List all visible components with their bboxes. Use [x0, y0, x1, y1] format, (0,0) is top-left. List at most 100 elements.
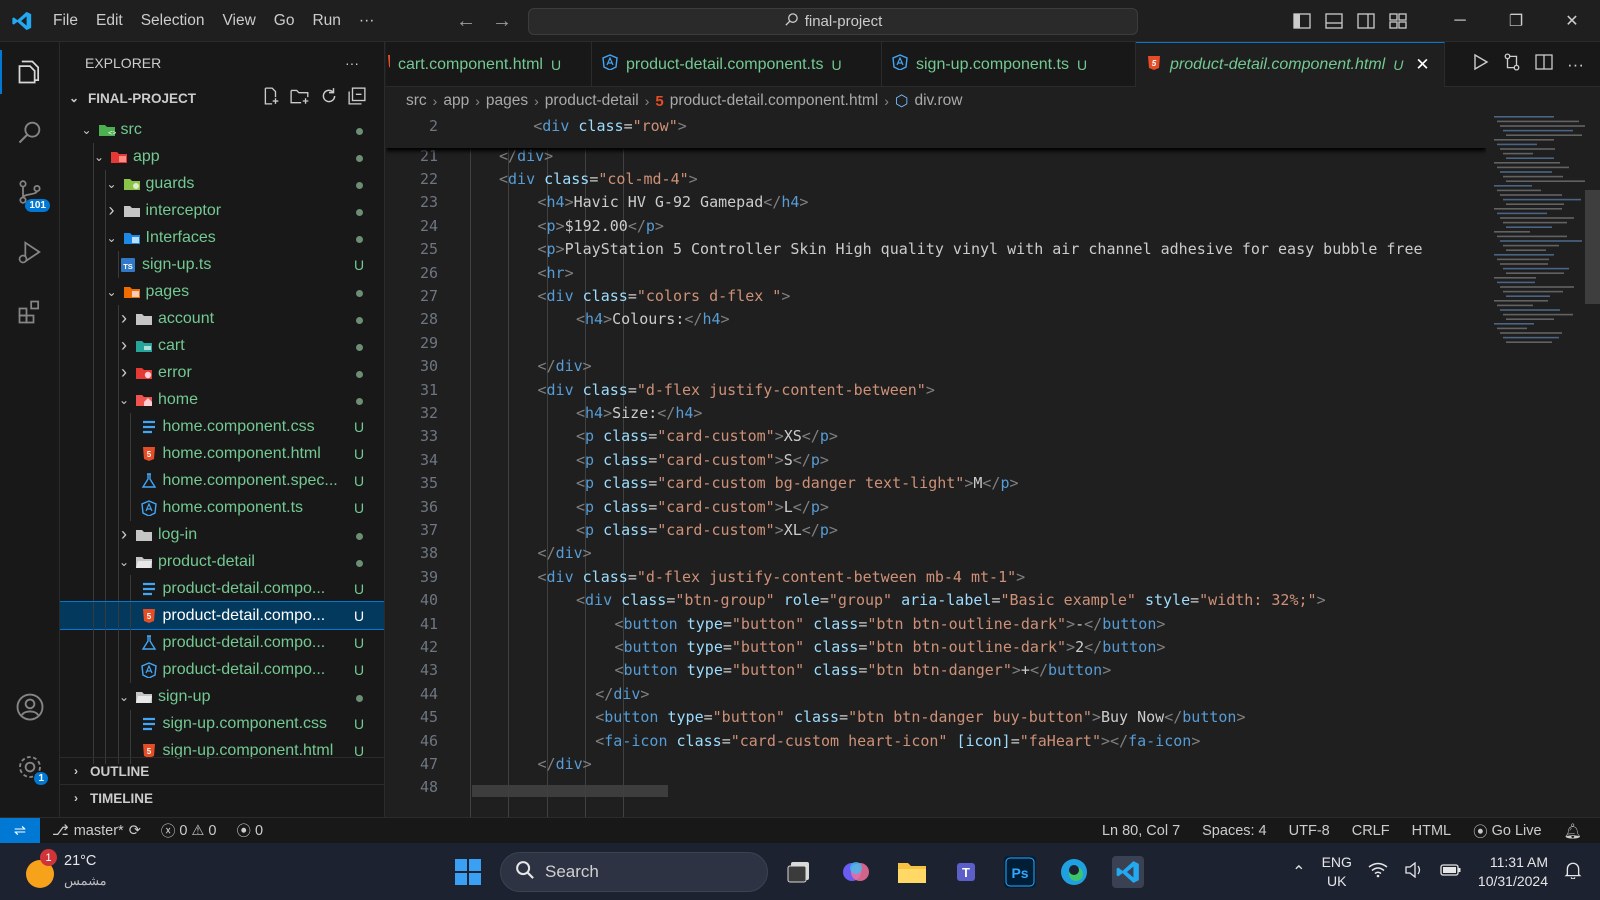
- copilot-icon[interactable]: [840, 856, 872, 888]
- folder-item[interactable]: › cart: [60, 332, 384, 359]
- code-line[interactable]: 45 <button type="button" class="btn btn-d…: [386, 706, 1486, 729]
- folder-item[interactable]: ⌄ pages: [60, 278, 384, 305]
- weather-widget[interactable]: 1 21°C مشمس: [26, 849, 107, 891]
- windows-start-icon[interactable]: [452, 856, 484, 888]
- menu-edit[interactable]: Edit: [87, 12, 132, 30]
- code-line[interactable]: 27 <div class="colors d-flex ">: [386, 284, 1486, 307]
- folder-item[interactable]: › account: [60, 305, 384, 332]
- explorer-more-icon[interactable]: ···: [345, 55, 359, 71]
- folder-item[interactable]: ⌄ <> src: [60, 116, 384, 143]
- run-icon[interactable]: [1473, 53, 1489, 76]
- code-line[interactable]: 36 <p class="card-custom">L</p>: [386, 495, 1486, 518]
- manage-gear-icon[interactable]: 1: [0, 737, 60, 797]
- code-line[interactable]: 32 <h4>Size:</h4>: [386, 401, 1486, 424]
- folder-item[interactable]: › interceptor: [60, 197, 384, 224]
- timeline-section[interactable]: › TIMELINE: [60, 784, 384, 811]
- breadcrumb-app[interactable]: app: [443, 92, 469, 110]
- folder-item[interactable]: ⌄ home: [60, 386, 384, 413]
- menu-selection[interactable]: Selection: [132, 12, 214, 30]
- code-line[interactable]: 29: [386, 331, 1486, 354]
- code-line[interactable]: 44 </div>: [386, 682, 1486, 705]
- breadcrumb-file[interactable]: product-detail.component.html: [670, 92, 879, 110]
- file-item[interactable]: 5 product-detail.compo... U: [60, 601, 384, 630]
- sticky-scroll-line[interactable]: 2 <div class="row">: [386, 114, 1486, 148]
- menu-more[interactable]: ···: [350, 12, 384, 30]
- folder-item[interactable]: ⌄ Interfaces: [60, 224, 384, 251]
- toggle-panel-icon[interactable]: [1318, 0, 1350, 42]
- notification-bell-icon[interactable]: [1564, 861, 1582, 882]
- source-control-icon[interactable]: 101: [0, 162, 60, 222]
- code-line[interactable]: 37 <p class="card-custom">XL</p>: [386, 518, 1486, 541]
- menu-file[interactable]: File: [44, 12, 87, 30]
- folder-item[interactable]: ⌄ sign-up: [60, 683, 384, 710]
- more-actions-icon[interactable]: ···: [1567, 55, 1584, 75]
- breadcrumb-src[interactable]: src: [406, 92, 427, 110]
- code-line[interactable]: 24 <p>$192.00</p>: [386, 214, 1486, 237]
- file-item[interactable]: product-detail.compo... U: [60, 656, 384, 683]
- code-line[interactable]: 34 <p class="card-custom">S</p>: [386, 448, 1486, 471]
- editor-tab[interactable]: 5 product-detail.component.html U ✕: [1136, 42, 1445, 87]
- minimize-icon[interactable]: ─: [1432, 0, 1488, 42]
- menu-view[interactable]: View: [213, 12, 264, 30]
- volume-icon[interactable]: [1404, 861, 1424, 881]
- editor-tab[interactable]: 5 cart.component.html U: [386, 42, 592, 87]
- minimap[interactable]: [1490, 114, 1588, 817]
- command-center-search[interactable]: final-project: [528, 8, 1138, 35]
- code-line[interactable]: 48: [386, 776, 1486, 799]
- code-line[interactable]: 40 <div class="btn-group" role="group" ar…: [386, 589, 1486, 612]
- file-item[interactable]: sign-up.component.css U: [60, 710, 384, 737]
- code-line[interactable]: 42 <button type="button" class="btn btn-o…: [386, 635, 1486, 658]
- code-line[interactable]: 38 </div>: [386, 542, 1486, 565]
- file-item[interactable]: home.component.spec... U: [60, 467, 384, 494]
- vertical-scrollbar[interactable]: [1585, 190, 1600, 304]
- edge-browser-icon[interactable]: [1058, 856, 1090, 888]
- language-mode[interactable]: HTML: [1412, 823, 1451, 839]
- project-header[interactable]: ⌄ FINAL-PROJECT: [60, 84, 384, 112]
- outline-section[interactable]: › OUTLINE: [60, 757, 384, 784]
- breadcrumb-product-detail[interactable]: product-detail: [545, 92, 639, 110]
- customize-layout-icon[interactable]: [1382, 0, 1414, 42]
- folder-item[interactable]: ⌄ product-detail: [60, 548, 384, 575]
- code-line[interactable]: 33 <p class="card-custom">XS</p>: [386, 425, 1486, 448]
- taskbar-search[interactable]: Search: [500, 852, 768, 892]
- code-line[interactable]: 25 <p>PlayStation 5 Controller Skin High …: [386, 238, 1486, 261]
- code-line[interactable]: 47 </div>: [386, 752, 1486, 775]
- menu-run[interactable]: Run: [303, 12, 349, 30]
- explorer-icon[interactable]: [0, 42, 60, 102]
- code-line[interactable]: 26 <hr>: [386, 261, 1486, 284]
- file-explorer-icon[interactable]: [896, 856, 928, 888]
- photoshop-icon[interactable]: Ps: [1004, 856, 1036, 888]
- breadcrumb-symbol[interactable]: div.row: [914, 92, 962, 110]
- menu-go[interactable]: Go: [265, 12, 304, 30]
- refresh-icon[interactable]: [320, 87, 338, 109]
- folder-item[interactable]: › log-in: [60, 521, 384, 548]
- code-line[interactable]: 28 <h4>Colours:</h4>: [386, 308, 1486, 331]
- ports-status[interactable]: ⦿ 0: [237, 820, 264, 841]
- new-folder-icon[interactable]: [290, 87, 310, 109]
- teams-icon[interactable]: T: [950, 856, 982, 888]
- restore-icon[interactable]: ❐: [1488, 0, 1544, 42]
- code-line[interactable]: 23 <h4>Havic HV G-92 Gamepad</h4>: [386, 191, 1486, 214]
- editor-tab[interactable]: sign-up.component.ts U: [882, 42, 1136, 87]
- problems-status[interactable]: ⓧ 0 ⚠ 0: [161, 820, 217, 841]
- encoding[interactable]: UTF-8: [1289, 823, 1330, 839]
- open-changes-icon[interactable]: [1503, 53, 1521, 76]
- file-item[interactable]: 5 home.component.html U: [60, 440, 384, 467]
- code-line[interactable]: 30 </div>: [386, 355, 1486, 378]
- branch-status[interactable]: ⎇ master* ⟳: [52, 823, 141, 839]
- code-line[interactable]: 39 <div class="d-flex justify-content-bet…: [386, 565, 1486, 588]
- indentation[interactable]: Spaces: 4: [1202, 823, 1267, 839]
- chevron-up-icon[interactable]: ⌃: [1292, 862, 1305, 882]
- close-window-icon[interactable]: ✕: [1544, 0, 1600, 42]
- code-line[interactable]: 35 <p class="card-custom bg-danger text-l…: [386, 472, 1486, 495]
- code-line[interactable]: 22 <div class="col-md-4">: [386, 167, 1486, 190]
- clock[interactable]: 11:31 AM 10/31/2024: [1478, 853, 1548, 891]
- folder-item[interactable]: ⌄ guards: [60, 170, 384, 197]
- notifications-bell-icon[interactable]: 🔔︎: [1564, 823, 1582, 840]
- battery-icon[interactable]: [1440, 863, 1462, 880]
- go-live-button[interactable]: ⦿ Go Live: [1473, 821, 1541, 842]
- code-line[interactable]: 31 <div class="d-flex justify-content-bet…: [386, 378, 1486, 401]
- language-indicator[interactable]: ENG UK: [1322, 853, 1352, 891]
- folder-item[interactable]: ⌄ app: [60, 143, 384, 170]
- extensions-icon[interactable]: [0, 282, 60, 342]
